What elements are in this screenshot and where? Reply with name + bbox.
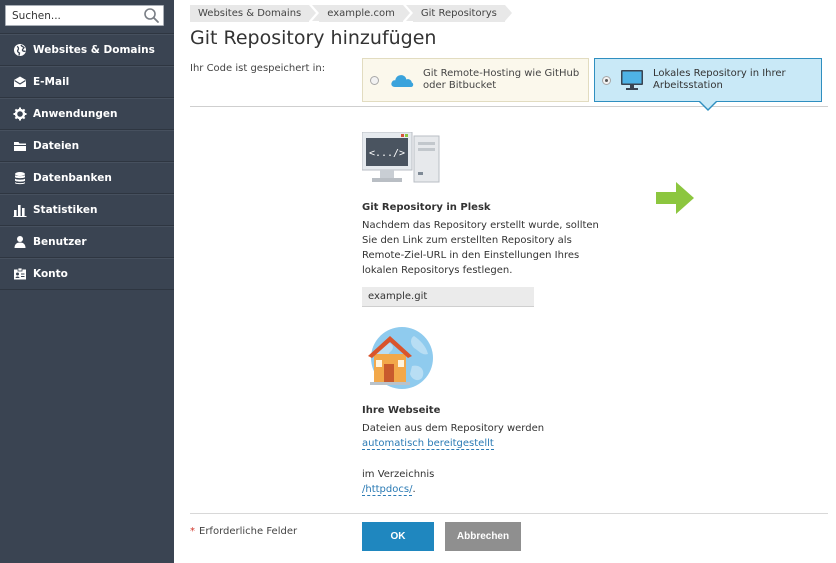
sidebar-item-label: Anwendungen (33, 107, 118, 120)
website-heading: Ihre Webseite (362, 405, 441, 416)
directory-link[interactable]: /httpdocs/ (362, 484, 413, 496)
folder-icon (13, 139, 27, 153)
cloud-icon (389, 68, 415, 92)
local-repository-label: Lokales Repository in Ihrer Arbeitsstati… (653, 68, 786, 91)
repository-name-field[interactable]: example.git (362, 287, 534, 307)
required-star: * (190, 526, 195, 537)
sidebar-item-label: Konto (33, 267, 68, 280)
directory-suffix: . (412, 484, 416, 495)
sidebar: Websites & Domains E-Mail Anwendungen Da… (0, 0, 174, 563)
globe-icon (13, 43, 27, 57)
sidebar-item-label: Dateien (33, 139, 80, 152)
git-repository-illustration: <.../> (361, 131, 442, 184)
search-icon[interactable] (143, 7, 160, 24)
breadcrumb-git-repositories[interactable]: Git Repositorys (405, 5, 512, 22)
sidebar-item-websites-domains[interactable]: Websites & Domains (0, 34, 174, 66)
website-text-before: Dateien aus dem Repository werden (362, 423, 545, 434)
gear-icon (13, 107, 27, 121)
sidebar-item-email[interactable]: E-Mail (0, 66, 174, 98)
monitor-icon (619, 68, 645, 92)
database-icon (13, 171, 27, 185)
sidebar-item-applications[interactable]: Anwendungen (0, 98, 174, 130)
remote-hosting-label: Git Remote-Hosting wie GitHub oder Bitbu… (423, 68, 580, 91)
search-input[interactable] (6, 6, 141, 25)
search-box (5, 5, 164, 26)
envelope-icon (13, 75, 27, 89)
selection-caret-fill (699, 100, 717, 109)
sidebar-item-label: E-Mail (33, 75, 70, 88)
required-fields-label: Erforderliche Felder (199, 526, 298, 537)
plesk-repo-description: Nachdem das Repository erstellt wurde, s… (362, 220, 599, 276)
cancel-button[interactable]: Abbrechen (445, 522, 521, 551)
sidebar-item-databases[interactable]: Datenbanken (0, 162, 174, 194)
ok-button[interactable]: OK (362, 522, 434, 551)
sidebar-nav: Websites & Domains E-Mail Anwendungen Da… (0, 33, 174, 290)
remote-hosting-radio[interactable] (370, 75, 379, 85)
sidebar-item-account[interactable]: Konto (0, 258, 174, 290)
local-repository-radio[interactable] (602, 75, 611, 85)
remote-hosting-option[interactable]: Git Remote-Hosting wie GitHub oder Bitbu… (362, 58, 589, 102)
directory-label: im Verzeichnis (362, 469, 435, 480)
directory-info: im Verzeichnis /httpdocs/. (362, 467, 614, 497)
required-fields-note: * Erforderliche Felder (190, 526, 297, 537)
sidebar-item-label: Datenbanken (33, 171, 112, 184)
breadcrumb: Websites & Domains example.com Git Repos… (190, 5, 515, 22)
breadcrumb-websites-domains[interactable]: Websites & Domains (190, 5, 317, 22)
code-tag-label: <.../> (369, 148, 405, 159)
user-icon (13, 235, 27, 249)
sidebar-item-label: Websites & Domains (33, 43, 155, 56)
code-location-label: Ihr Code ist gespeichert in: (190, 63, 326, 74)
sidebar-item-label: Benutzer (33, 235, 87, 248)
plesk-repo-heading: Git Repository in Plesk (362, 202, 491, 213)
sidebar-item-statistics[interactable]: Statistiken (0, 194, 174, 226)
divider (190, 106, 828, 107)
page-title: Git Repository hinzufügen (190, 27, 437, 49)
id-card-icon (13, 267, 27, 281)
breadcrumb-example-com[interactable]: example.com (312, 5, 410, 22)
website-illustration (362, 326, 436, 392)
arrow-right-icon (656, 181, 696, 215)
automatic-deploy-link[interactable]: automatisch bereitgestellt (362, 438, 494, 450)
website-description: Dateien aus dem Repository werden automa… (362, 421, 614, 451)
bar-chart-icon (13, 203, 27, 217)
sidebar-item-label: Statistiken (33, 203, 98, 216)
sidebar-item-files[interactable]: Dateien (0, 130, 174, 162)
local-repository-option[interactable]: Lokales Repository in Ihrer Arbeitsstati… (594, 58, 822, 102)
footer-divider (190, 513, 828, 514)
sidebar-item-users[interactable]: Benutzer (0, 226, 174, 258)
